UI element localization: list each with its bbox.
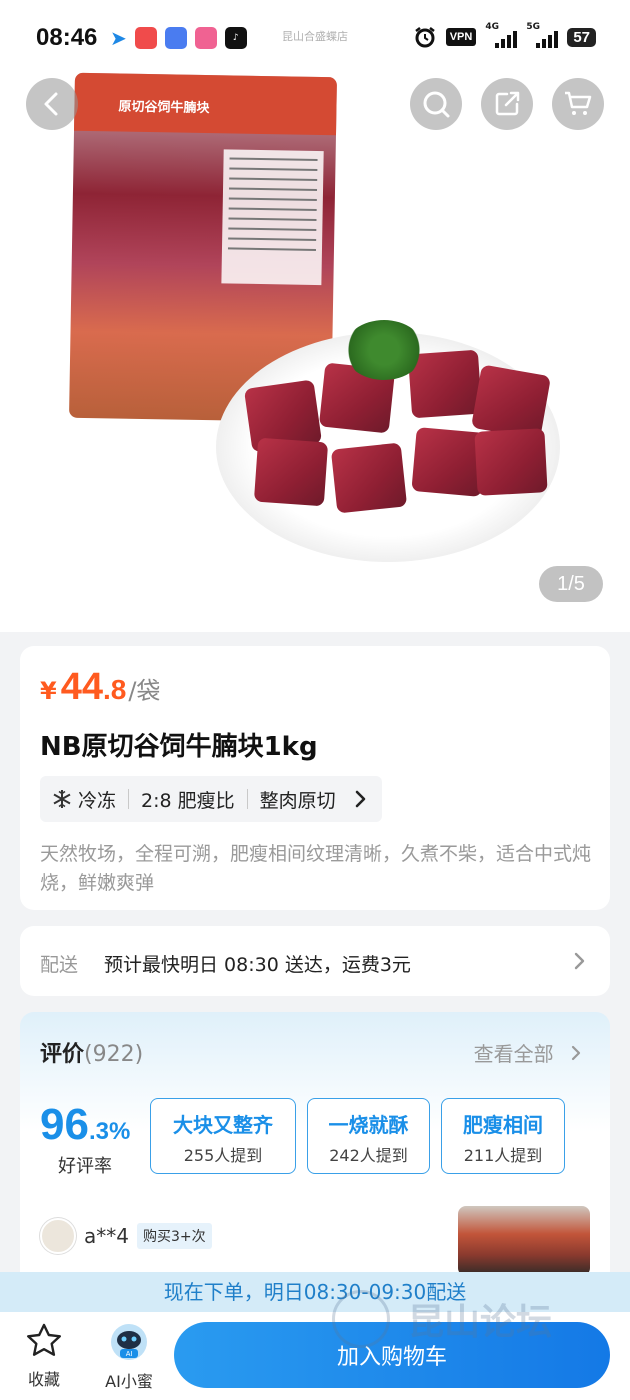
review-tag-chip[interactable]: 大块又整齐 255人提到 xyxy=(150,1098,296,1174)
battery-icon: 57 xyxy=(567,27,596,47)
review-photo[interactable] xyxy=(458,1206,590,1276)
chip-sub: 242人提到 xyxy=(329,1146,408,1165)
package-title: 原切谷饲牛腩块 xyxy=(118,99,210,117)
rate-integer: 96 xyxy=(40,1100,89,1149)
status-bar: 08:46 ➤ ♪ 昆山合盛蝶店 VPN 4G 5G 57 xyxy=(0,0,630,70)
ai-assistant-button[interactable]: AI AI小蜜 xyxy=(97,1322,161,1392)
chip-title: 一烧就酥 xyxy=(328,1113,409,1137)
vpn-badge: VPN xyxy=(445,28,477,46)
star-icon xyxy=(27,1323,61,1356)
alarm-icon xyxy=(414,27,435,48)
favorite-button[interactable]: 收藏 xyxy=(12,1322,76,1390)
back-button[interactable] xyxy=(26,78,78,130)
chip-sub: 211人提到 xyxy=(463,1146,543,1165)
positive-rate: 96.3% xyxy=(40,1100,130,1150)
status-time: 08:46 xyxy=(36,24,98,51)
app-icon-3 xyxy=(164,27,187,49)
delivery-text: 预计最快明日 08:30 送达，运费3元 xyxy=(104,954,411,976)
search-icon xyxy=(423,91,450,118)
back-icon xyxy=(44,92,58,116)
favorite-label: 收藏 xyxy=(27,1370,60,1389)
snowflake-icon xyxy=(53,790,71,808)
price-symbol: ¥ xyxy=(40,677,57,705)
price-decimal: .8 xyxy=(102,674,127,705)
chip-title: 大块又整齐 xyxy=(173,1113,273,1137)
product-description: 天然牧场，全程可溯，肥瘦相间纹理清晰，久煮不柴，适合中式炖烧，鲜嫩爽弹 xyxy=(40,843,592,894)
review-tag-chip[interactable]: 肥瘦相间 211人提到 xyxy=(441,1098,565,1174)
chevron-right-icon xyxy=(574,952,585,970)
review-card: 评价(922) 查看全部 96.3% 好评率 大块又整齐 255人提到 一烧就酥… xyxy=(20,1012,610,1312)
system-icons: VPN 4G 5G 57 xyxy=(413,22,596,49)
ai-avatar-icon: AI xyxy=(111,1324,147,1360)
ai-badge-text: AI xyxy=(126,1351,133,1358)
price-integer: 44 xyxy=(60,666,103,708)
view-all-reviews[interactable]: 查看全部 xyxy=(474,1038,584,1067)
image-counter: 1/5 xyxy=(539,566,603,602)
reviewer: a**4 购买3+次 xyxy=(40,1218,212,1254)
parsley-garnish xyxy=(344,320,424,380)
cart-button[interactable] xyxy=(552,78,604,130)
carrier-text: 昆山合盛蝶店 xyxy=(282,30,348,43)
chip-title: 肥瘦相间 xyxy=(463,1113,543,1137)
review-count: (922) xyxy=(84,1042,144,1067)
watermark-text: 昆山论坛 xyxy=(408,1302,553,1343)
purchase-badge: 购买3+次 xyxy=(136,1223,212,1249)
signal-5g-icon: 5G xyxy=(526,22,559,48)
review-title: 评价(922) xyxy=(40,1036,143,1068)
forum-watermark: 昆山论坛 xyxy=(332,1284,622,1354)
review-tag-chip[interactable]: 一烧就酥 242人提到 xyxy=(307,1098,430,1174)
product-attributes[interactable]: 冷冻 2:8 肥瘦比 整肉原切 xyxy=(40,776,382,822)
ai-label: AI小蜜 xyxy=(105,1372,153,1391)
product-gallery[interactable]: 原切谷饲牛腩块 xyxy=(0,70,630,632)
tiktok-icon: ♪ xyxy=(224,27,247,49)
attr-fat-ratio: 2:8 肥瘦比 xyxy=(141,789,235,812)
reviewer-name: a**4 xyxy=(84,1224,129,1248)
price-unit: /袋 xyxy=(128,677,161,705)
rate-decimal: .3% xyxy=(88,1118,131,1145)
chevron-right-icon xyxy=(355,790,365,808)
cart-icon xyxy=(565,91,592,115)
product-info-card: ¥ 44 .8 /袋 NB原切谷饲牛腩块1kg 冷冻 2:8 肥瘦比 整肉原切 … xyxy=(20,646,610,910)
share-button[interactable] xyxy=(481,78,533,130)
attr-frozen: 冷冻 xyxy=(78,789,117,812)
product-title: NB原切谷饲牛腩块1kg xyxy=(40,732,318,762)
app-icon-2 xyxy=(134,27,157,49)
review-label: 评价 xyxy=(40,1042,85,1067)
price: ¥ 44 .8 /袋 xyxy=(40,666,160,709)
delivery-row[interactable]: 配送 预计最快明日 08:30 送达，运费3元 xyxy=(20,926,610,996)
view-all-label: 查看全部 xyxy=(473,1042,554,1066)
attr-whole-cut: 整肉原切 xyxy=(259,789,336,812)
watermark-logo-icon xyxy=(332,1290,390,1348)
chip-sub: 255人提到 xyxy=(183,1146,263,1165)
chevron-right-icon xyxy=(571,1045,581,1061)
delivery-label: 配送 xyxy=(40,954,79,976)
notification-icons: ➤ ♪ xyxy=(110,26,247,50)
share-icon xyxy=(495,91,520,116)
signal-4g-icon: 4G xyxy=(485,22,518,48)
avatar xyxy=(40,1218,76,1254)
search-button[interactable] xyxy=(410,78,462,130)
rate-label: 好评率 xyxy=(58,1156,112,1177)
app-icon-4 xyxy=(194,27,217,49)
app-icon-1: ➤ xyxy=(110,26,127,50)
